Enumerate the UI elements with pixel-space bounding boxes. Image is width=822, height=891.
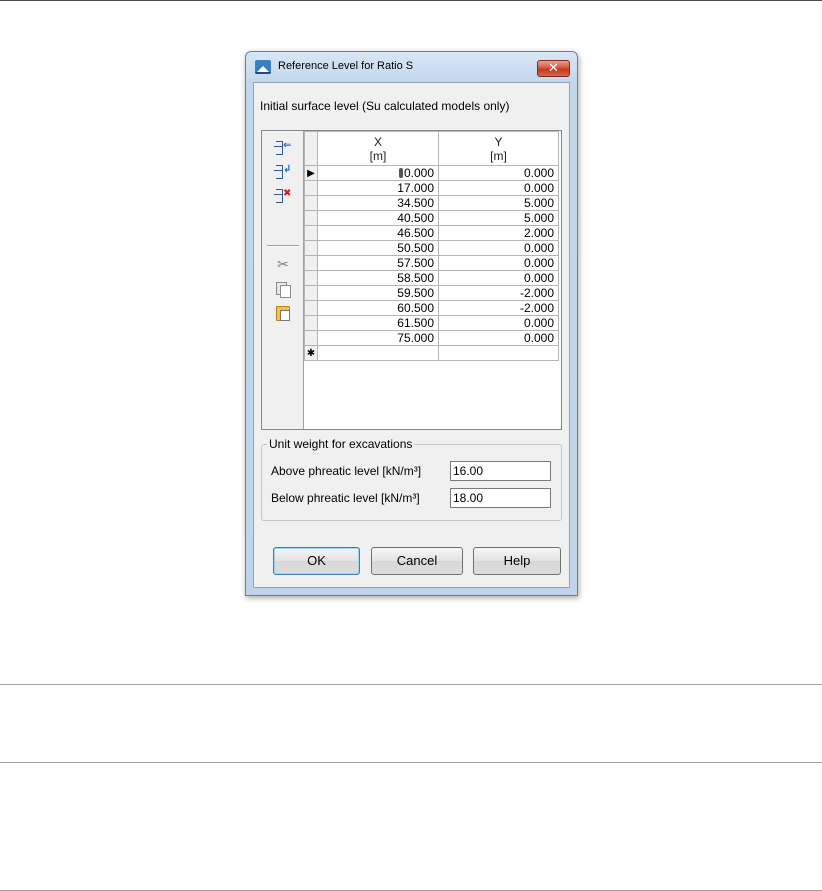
table-row[interactable]: ▶ 0.000 0.000 <box>304 165 559 181</box>
close-button[interactable]: ✕ <box>537 60 570 77</box>
cell-x[interactable]: 60.500 <box>317 300 439 316</box>
cell-y[interactable]: 0.000 <box>438 270 559 286</box>
insert-row-icon[interactable]: ↲ <box>274 163 292 179</box>
table-row[interactable]: 57.500 0.000 <box>304 255 559 271</box>
cell-y[interactable]: 5.000 <box>438 195 559 211</box>
cell-y[interactable]: 0.000 <box>438 180 559 196</box>
cell-y[interactable]: 0.000 <box>438 240 559 256</box>
column-y-name: Y <box>494 134 503 149</box>
cut-icon[interactable]: ✂ <box>274 257 292 273</box>
row-indicator <box>304 285 318 301</box>
cell-x[interactable]: 75.000 <box>317 330 439 346</box>
row-indicator <box>304 315 318 331</box>
current-row-indicator: ▶ <box>304 165 318 181</box>
cell-y[interactable]: 0.000 <box>438 315 559 331</box>
cell-x[interactable]: 59.500 <box>317 285 439 301</box>
column-header-y[interactable]: Y [m] <box>438 131 559 166</box>
cell-x[interactable]: 61.500 <box>317 315 439 331</box>
row-indicator <box>304 300 318 316</box>
dialog-client-area: Initial surface level (Su calculated mod… <box>253 82 570 588</box>
ok-button[interactable]: OK <box>273 547 360 575</box>
cell-y[interactable]: 2.000 <box>438 225 559 241</box>
unit-weight-legend: Unit weight for excavations <box>267 437 415 451</box>
cell-y[interactable]: 0.000 <box>438 330 559 346</box>
cell-x[interactable]: 0.000 <box>317 165 439 181</box>
cell-x[interactable]: 46.500 <box>317 225 439 241</box>
surface-level-grid: ⇐ ↲ ✖ ✂ X [m] Y [m] ▶ 0.000 0.000 17.000… <box>261 130 562 430</box>
cell-y[interactable]: 0.000 <box>438 165 559 181</box>
cell-y[interactable]: -2.000 <box>438 300 559 316</box>
table-row[interactable]: 17.000 0.000 <box>304 180 559 196</box>
table-row[interactable]: 40.500 5.000 <box>304 210 559 226</box>
cell-y[interactable]: 0.000 <box>438 255 559 271</box>
toolbar-separator <box>267 245 299 247</box>
row-indicator <box>304 240 318 256</box>
top-rule <box>0 0 822 1</box>
column-y-unit: [m] <box>490 148 507 163</box>
table-header-row: X [m] Y [m] <box>304 131 559 166</box>
cell-x[interactable]: 17.000 <box>317 180 439 196</box>
paste-icon[interactable] <box>274 305 292 321</box>
text-cursor <box>398 167 403 178</box>
cell-x[interactable]: 40.500 <box>317 210 439 226</box>
below-phreatic-label: Below phreatic level [kN/m³] <box>271 491 420 505</box>
cell-y[interactable]: -2.000 <box>438 285 559 301</box>
header-corner <box>304 131 318 166</box>
cancel-button[interactable]: Cancel <box>371 547 463 575</box>
dialog-title: Reference Level for Ratio S <box>278 60 414 72</box>
delete-row-icon[interactable]: ✖ <box>274 187 292 203</box>
cell-x[interactable]: 34.500 <box>317 195 439 211</box>
initial-surface-heading: Initial surface level (Su calculated mod… <box>260 99 510 113</box>
divider-rule <box>0 762 822 763</box>
cell-x-value: 0.000 <box>403 165 434 180</box>
table-row[interactable]: 59.500 -2.000 <box>304 285 559 301</box>
table-row[interactable]: 50.500 0.000 <box>304 240 559 256</box>
column-x-unit: [m] <box>369 148 387 163</box>
column-header-x[interactable]: X [m] <box>317 131 439 166</box>
cell-y[interactable]: 5.000 <box>438 210 559 226</box>
title-bar[interactable]: Reference Level for Ratio S ✕ <box>246 52 577 82</box>
row-indicator <box>304 270 318 286</box>
table-row[interactable]: 60.500 -2.000 <box>304 300 559 316</box>
row-indicator <box>304 330 318 346</box>
table-row[interactable]: 61.500 0.000 <box>304 315 559 331</box>
row-indicator <box>304 195 318 211</box>
table-row[interactable]: 75.000 0.000 <box>304 330 559 346</box>
above-phreatic-input[interactable]: 16.00 <box>450 461 551 481</box>
new-row-indicator: ✱ <box>304 345 318 361</box>
cell-x[interactable]: 58.500 <box>317 270 439 286</box>
coordinates-table: X [m] Y [m] ▶ 0.000 0.000 17.000 0.000 34.5… <box>304 131 559 361</box>
add-row-icon[interactable]: ⇐ <box>274 139 292 155</box>
row-indicator <box>304 180 318 196</box>
column-x-name: X <box>373 134 382 149</box>
help-button[interactable]: Help <box>473 547 561 575</box>
new-cell-y[interactable] <box>438 345 559 361</box>
app-landscape-icon <box>255 60 271 74</box>
divider-rule <box>0 684 822 685</box>
unit-weight-group: Unit weight for excavations Above phreat… <box>261 437 562 521</box>
cell-x[interactable]: 50.500 <box>317 240 439 256</box>
row-indicator <box>304 225 318 241</box>
grid-toolbar: ⇐ ↲ ✖ ✂ <box>262 131 304 429</box>
new-row[interactable]: ✱ <box>304 345 559 361</box>
copy-icon[interactable] <box>274 281 292 298</box>
row-indicator <box>304 255 318 271</box>
below-phreatic-input[interactable]: 18.00 <box>450 488 551 508</box>
reference-level-dialog: Reference Level for Ratio S ✕ Initial su… <box>245 51 578 596</box>
table-row[interactable]: 58.500 0.000 <box>304 270 559 286</box>
above-phreatic-label: Above phreatic level [kN/m³] <box>271 464 422 478</box>
cell-x[interactable]: 57.500 <box>317 255 439 271</box>
table-row[interactable]: 34.500 5.000 <box>304 195 559 211</box>
new-cell-x[interactable] <box>317 345 439 361</box>
row-indicator <box>304 210 318 226</box>
table-row[interactable]: 46.500 2.000 <box>304 225 559 241</box>
